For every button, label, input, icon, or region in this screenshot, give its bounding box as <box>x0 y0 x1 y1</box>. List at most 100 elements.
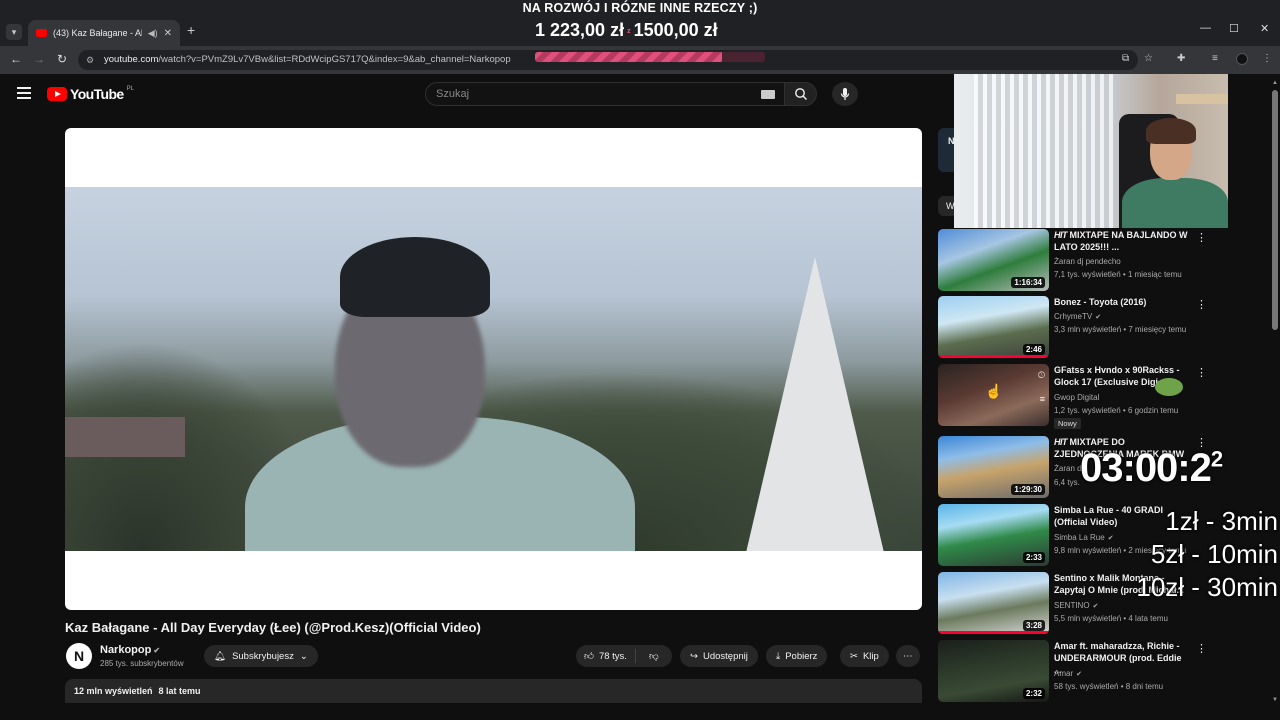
search-input[interactable] <box>426 83 746 105</box>
scroll-up-icon[interactable]: ▲ <box>1272 80 1278 86</box>
download-icon: ⤓ <box>776 650 781 662</box>
watch-later-icon[interactable]: 🕓︎ <box>1038 370 1045 381</box>
bottom-edge <box>0 703 1280 720</box>
clip-button[interactable]: ✂ Klip <box>840 645 889 667</box>
goal-progress-bar <box>535 52 765 62</box>
tab-audio-icon[interactable]: ◀) <box>148 28 158 39</box>
scroll-thumb[interactable] <box>1272 90 1278 330</box>
item-channel[interactable]: CrhymeTV ✔ <box>1054 312 1101 321</box>
site-info-icon[interactable]: ⚙ <box>86 50 94 70</box>
video-item-title: Bonez - Toyota (2016) <box>1054 297 1147 307</box>
tab-search-icon[interactable]: ▾ <box>6 24 22 40</box>
view-count: 12 mln wyświetleń <box>74 686 153 696</box>
keyboard-icon[interactable] <box>761 90 775 99</box>
youtube-favicon-icon <box>36 29 47 37</box>
video-thumbnail[interactable]: 1:16:34 <box>938 229 1049 291</box>
verified-icon: ✔ <box>1095 314 1102 321</box>
duration-badge: 3:28 <box>1022 620 1045 631</box>
video-frame <box>65 187 922 551</box>
item-channel[interactable]: SENTINO ✔ <box>1054 601 1098 610</box>
new-tab-button[interactable]: + <box>187 22 195 38</box>
dislike-button[interactable]: 👎︎ <box>641 650 667 662</box>
subathon-timer: 03:00:22 <box>1080 446 1223 490</box>
goal-target: 1500,00 zł <box>633 20 718 40</box>
region-code: PL <box>126 86 134 92</box>
item-channel[interactable]: Żaran d <box>1054 464 1082 473</box>
maximize-button[interactable]: ☐ <box>1229 22 1239 35</box>
duration-badge: 1:29:30 <box>1011 484 1045 495</box>
search-box[interactable] <box>425 82 785 106</box>
url-host: youtube.com <box>104 54 159 65</box>
watched-progress <box>938 355 1049 358</box>
close-window-button[interactable]: ✕ <box>1260 22 1269 35</box>
reload-icon[interactable]: ↻ <box>57 52 67 66</box>
video-thumbnail[interactable]: 1:29:30 <box>938 436 1049 498</box>
rule-line: 5zł - 10min <box>1150 539 1278 569</box>
like-button[interactable]: 👍︎ 78 tys. <box>576 649 636 663</box>
browser-menu-icon[interactable]: ⋮ <box>1262 53 1272 64</box>
duration-badge: 2:32 <box>1022 688 1045 699</box>
item-menu-icon[interactable]: ⋮ <box>1196 642 1207 655</box>
mouse-cursor-icon: ☝ <box>985 383 1003 399</box>
share-label: Udostępnij <box>702 650 748 662</box>
item-channel[interactable]: Gwop Digital <box>1054 393 1099 402</box>
channel-name[interactable]: Narkopop ✔ <box>100 644 160 656</box>
channel-avatar[interactable]: N <box>66 643 92 669</box>
browser-tab[interactable]: (43) Kaz Bałagane - All Day ◀) ✕ <box>28 20 180 46</box>
subscriber-count: 285 tys. subskrybentów <box>100 659 184 668</box>
profile-avatar[interactable] <box>1236 53 1248 65</box>
list-item[interactable]: 2:46 Bonez - Toyota (2016) CrhymeTV ✔ 3,3… <box>938 296 1208 358</box>
youtube-logo[interactable]: YouTube PL <box>47 86 134 102</box>
video-thumbnail[interactable]: 2:32 <box>938 640 1049 702</box>
video-thumbnail[interactable]: 2:46 <box>938 296 1049 358</box>
thumb-down-icon: 👎︎ <box>648 651 659 662</box>
minimize-button[interactable]: — <box>1200 22 1211 34</box>
extensions-icon[interactable]: ✚ <box>1177 53 1185 64</box>
share-button[interactable]: ↪ Udostępnij <box>680 645 758 667</box>
video-thumbnail[interactable]: 2:33 <box>938 504 1049 566</box>
screen: ▾ (43) Kaz Bałagane - All Day ◀) ✕ + — ☐… <box>0 0 1280 720</box>
rule-line: 10zł - 30min <box>1136 572 1278 602</box>
subscribed-button[interactable]: 🔔︎ Subskrybujesz ⌄ <box>204 645 318 667</box>
item-menu-icon[interactable]: ⋮ <box>1196 366 1207 379</box>
upload-age: 8 lat temu <box>158 686 201 696</box>
bookmark-star-icon[interactable]: ☆ <box>1144 53 1153 64</box>
timer-fragment: 2 <box>1210 446 1223 472</box>
forward-icon[interactable]: → <box>33 52 45 66</box>
goal-progress-fill <box>535 52 723 62</box>
more-actions-button[interactable]: ⋯ <box>896 645 920 667</box>
item-menu-icon[interactable]: ⋮ <box>1196 298 1207 311</box>
list-item[interactable]: 1:16:34 HIT MIXTAPE NA BAJLANDO W LATO 2… <box>938 229 1208 291</box>
microphone-icon <box>840 88 850 100</box>
artist-figure <box>245 237 635 551</box>
back-icon[interactable]: ← <box>10 52 22 66</box>
verified-icon: ✔ <box>1076 671 1082 678</box>
video-player[interactable] <box>65 128 922 610</box>
voice-search-button[interactable] <box>832 82 858 106</box>
download-button[interactable]: ⤓ Pobierz <box>766 645 828 667</box>
streamer-hair <box>1146 118 1196 144</box>
guide-menu-icon[interactable] <box>17 87 31 99</box>
media-controls-icon[interactable]: ≡ <box>1212 53 1218 64</box>
list-item[interactable]: 2:32 Amar ft. maharadzza, Richie - UNDER… <box>938 640 1208 702</box>
chevron-down-icon: ⌄ <box>299 650 308 662</box>
install-app-icon[interactable]: ⧉ <box>1122 53 1129 64</box>
rule-line: 1zł - 3min <box>1165 506 1278 536</box>
search-icon <box>794 88 807 100</box>
item-menu-icon[interactable]: ⋮ <box>1196 231 1207 244</box>
item-meta: 58 tys. wyświetleń • 8 dni temu <box>1054 682 1164 691</box>
tab-title: (43) Kaz Bałagane - All Day <box>53 28 142 38</box>
item-channel[interactable]: Simba La Rue ✔ <box>1054 533 1114 542</box>
video-thumbnail[interactable]: 3:28 <box>938 572 1049 634</box>
add-to-queue-icon[interactable]: ≡ <box>1040 394 1045 404</box>
search-button[interactable] <box>785 82 817 106</box>
verified-icon: ✔ <box>1092 603 1099 610</box>
duration-badge: 2:46 <box>1022 344 1045 355</box>
item-channel[interactable]: Żaran dj pendecho <box>1054 257 1121 266</box>
duration-badge: 1:16:34 <box>1011 277 1045 288</box>
tab-close-icon[interactable]: ✕ <box>164 28 172 39</box>
item-channel[interactable]: Amar ✔ <box>1054 669 1082 678</box>
url-path: /watch?v=PVmZ9Lv7VBw&list=RDdWcipGS717Q&… <box>158 54 511 65</box>
video-title: Kaz Bałagane - All Day Everyday (Łee) (@… <box>65 620 481 635</box>
curtain-scenery <box>974 74 1114 228</box>
